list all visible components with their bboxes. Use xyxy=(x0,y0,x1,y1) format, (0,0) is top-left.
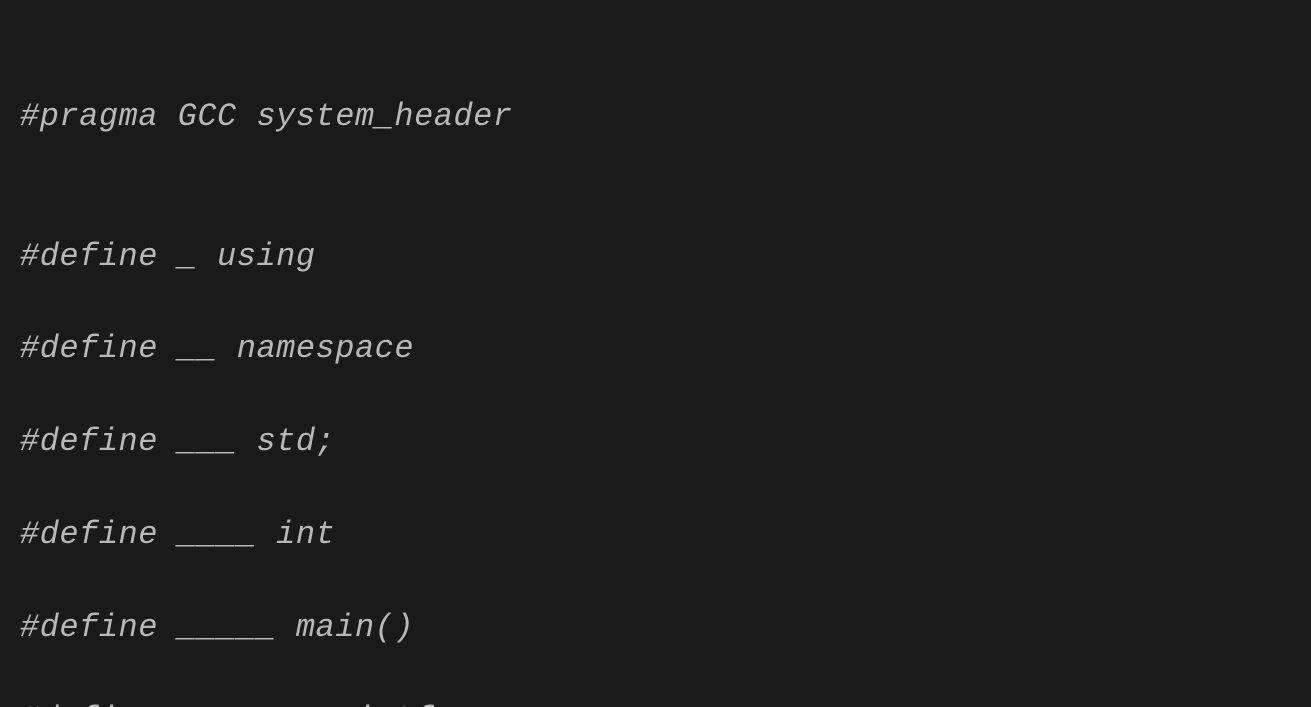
code-line[interactable]: #define ______ printf xyxy=(20,697,1291,707)
code-line[interactable]: #define __ namespace xyxy=(20,326,1291,372)
code-line[interactable]: #define _____ main() xyxy=(20,605,1291,651)
code-line[interactable]: #define _ using xyxy=(20,234,1291,280)
code-line[interactable]: #define ___ std; xyxy=(20,419,1291,465)
code-line[interactable]: #define ____ int xyxy=(20,512,1291,558)
code-line[interactable]: #pragma GCC system_header xyxy=(20,94,1291,140)
code-editor-viewport[interactable]: #pragma GCC system_header #define _ usin… xyxy=(0,0,1311,707)
